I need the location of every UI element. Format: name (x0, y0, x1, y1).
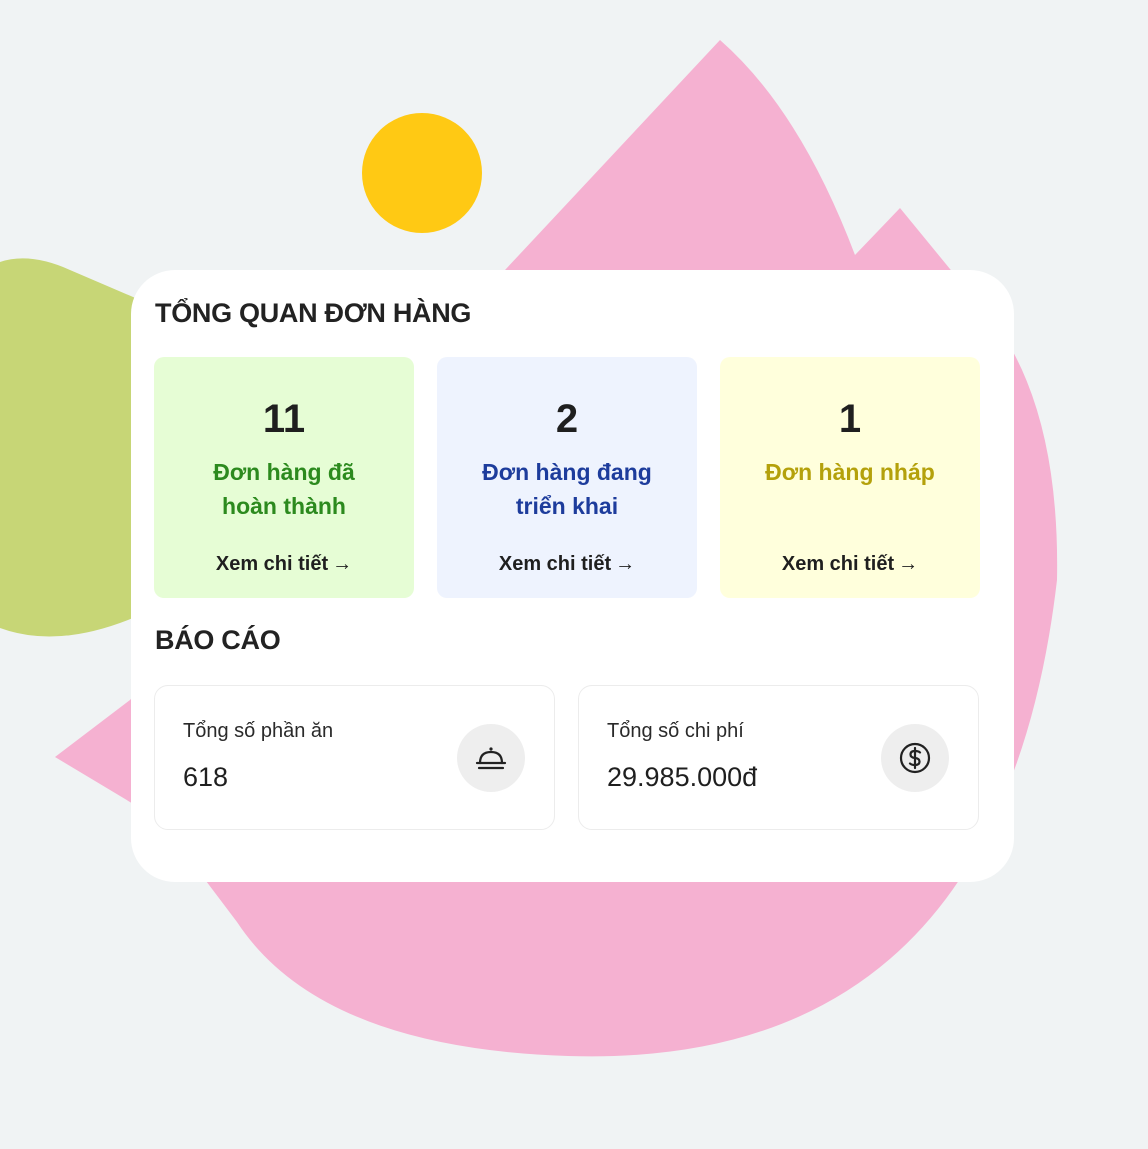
costs-value: 29.985.000đ (607, 762, 758, 792)
yellow-circle (362, 113, 482, 233)
stat-card-draft: 1 Đơn hàng nháp Xem chi tiết → (720, 357, 980, 598)
completed-label: Đơn hàng đã hoàn thành (213, 459, 355, 519)
stat-card-completed: 11 Đơn hàng đã hoàn thành Xem chi tiết → (154, 357, 414, 598)
completed-count: 11 (262, 397, 306, 441)
dashboard-card: TỔNG QUAN ĐƠN HÀNG 11 Đơn hàng đã hoàn t… (131, 270, 1014, 882)
in-progress-count: 2 (555, 397, 579, 441)
view-details-text: Xem chi tiết (781, 553, 895, 575)
draft-count: 1 (838, 397, 862, 441)
draft-label: Đơn hàng nháp (765, 459, 935, 485)
meals-label: Tổng số phần ăn (183, 720, 334, 742)
report-title: BÁO CÁO (155, 625, 281, 655)
arrow-right-icon: → (898, 553, 919, 575)
report-card-meals: Tổng số phần ăn 618 (154, 685, 555, 830)
costs-label: Tổng số chi phí (607, 720, 744, 742)
food-cloche-icon (457, 724, 525, 792)
stat-card-in-progress: 2 Đơn hàng đang triển khai Xem chi tiết → (437, 357, 697, 598)
view-details-text: Xem chi tiết (498, 553, 612, 575)
draft-view-details-link[interactable]: Xem chi tiết → (720, 553, 980, 576)
report-card-costs: Tổng số chi phí 29.985.000đ (578, 685, 979, 830)
green-shape (0, 258, 140, 637)
completed-view-details-link[interactable]: Xem chi tiết → (154, 553, 414, 576)
arrow-right-icon: → (332, 553, 353, 575)
arrow-right-icon: → (615, 553, 636, 575)
in-progress-view-details-link[interactable]: Xem chi tiết → (437, 553, 697, 576)
view-details-text: Xem chi tiết (215, 553, 329, 575)
overview-title: TỔNG QUAN ĐƠN HÀNG (155, 298, 472, 328)
in-progress-label: Đơn hàng đang triển khai (482, 459, 652, 519)
dollar-circle-icon (881, 724, 949, 792)
meals-value: 618 (183, 762, 229, 792)
